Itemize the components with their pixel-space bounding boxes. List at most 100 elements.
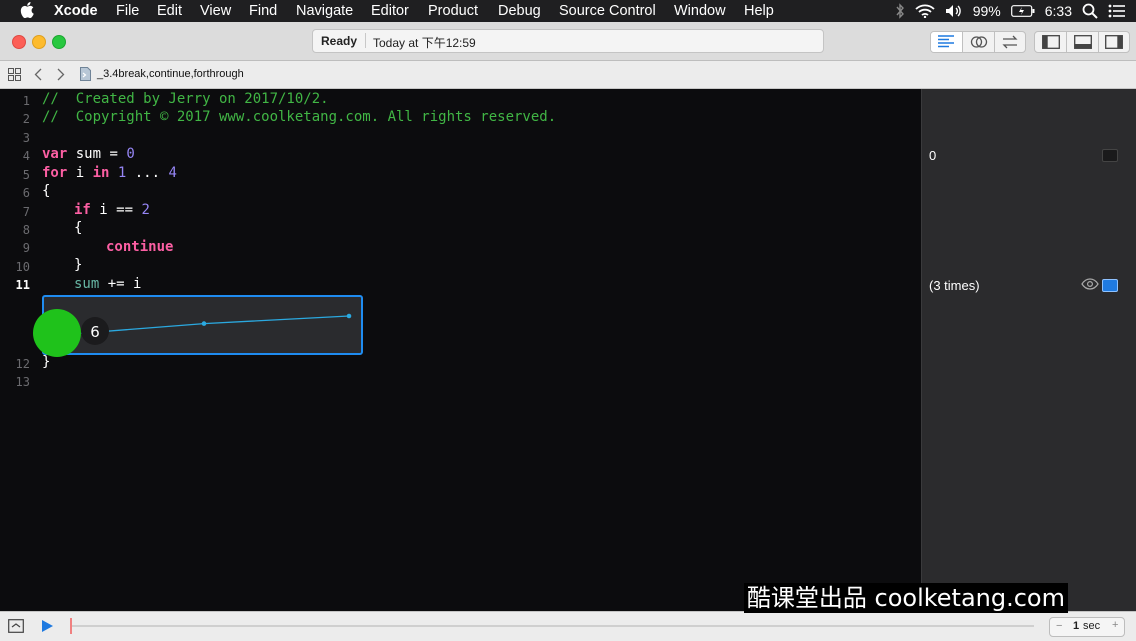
run-playground-icon[interactable]	[41, 619, 54, 633]
line-number: 2	[22, 112, 30, 126]
increment-button[interactable]: +	[1112, 619, 1118, 631]
code-line: }	[74, 257, 83, 273]
menu-debug[interactable]: Debug	[498, 3, 541, 19]
forward-chevron-icon[interactable]	[57, 68, 65, 81]
show-result-toggle-active[interactable]	[1102, 279, 1118, 292]
line-number: 5	[22, 168, 30, 182]
code-line: if i == 2	[74, 202, 150, 218]
keyword: for	[42, 165, 68, 181]
clock[interactable]: 6:33	[1045, 3, 1072, 19]
line-number: 9	[22, 241, 30, 255]
result-line-11: (3 times)	[929, 278, 980, 293]
line-number: 1	[22, 94, 30, 108]
right-panel-icon	[1105, 35, 1123, 49]
code-text: i ==	[90, 202, 142, 218]
code-line: var sum = 0	[42, 146, 135, 162]
version-editor-button[interactable]	[995, 32, 1025, 52]
menu-edit[interactable]: Edit	[157, 3, 182, 19]
graph-value-label: 6	[90, 323, 100, 341]
code-line: }	[42, 354, 51, 370]
number-literal: 4	[168, 165, 177, 181]
toggle-inspector-button[interactable]	[1099, 32, 1129, 52]
build-status: Ready	[321, 34, 358, 48]
spotlight-search-icon[interactable]	[1082, 3, 1098, 19]
volume-icon[interactable]	[945, 4, 963, 18]
back-chevron-icon[interactable]	[34, 68, 42, 81]
decrement-button[interactable]: −	[1056, 620, 1062, 632]
menu-view[interactable]: View	[200, 3, 231, 19]
menu-help[interactable]: Help	[744, 3, 774, 19]
jump-bar: _3.4break,continue,forthrough	[0, 61, 1136, 89]
line-number: 13	[15, 375, 30, 389]
line-number: 7	[22, 205, 30, 219]
number-literal: 2	[141, 202, 150, 218]
status-area: 99% 6:33	[895, 2, 1126, 20]
code-line-comment: // Copyright © 2017 www.coolketang.com. …	[42, 109, 557, 125]
bluetooth-icon[interactable]	[895, 3, 905, 19]
bottom-panel-icon	[1074, 35, 1092, 49]
line-number: 6	[22, 186, 30, 200]
number-literal: 0	[126, 146, 135, 162]
watermark-text: 酷课堂出品 coolketang.com	[743, 583, 1068, 613]
activity-viewer: Ready Today at 下午12:59	[312, 29, 824, 53]
code-text: += i	[99, 276, 142, 292]
window-toolbar: Ready Today at 下午12:59	[0, 22, 1136, 61]
variable: sum	[74, 276, 100, 292]
standard-editor-button[interactable]	[931, 32, 962, 52]
line-number: 8	[22, 223, 30, 237]
related-items-grid-icon[interactable]	[8, 68, 21, 81]
battery-icon[interactable]	[1010, 5, 1035, 17]
code-text: ...	[126, 165, 169, 181]
menu-find[interactable]: Find	[249, 3, 277, 19]
toggle-navigator-button[interactable]	[1035, 32, 1066, 52]
minimize-window-button[interactable]	[32, 35, 46, 49]
click-highlight-indicator	[33, 309, 81, 357]
breadcrumb-file[interactable]: _3.4break,continue,forthrough	[97, 68, 244, 80]
keyword: continue	[106, 239, 174, 255]
quick-look-eye-icon[interactable]	[1081, 278, 1099, 290]
assistant-editor-button[interactable]	[963, 32, 994, 52]
battery-percent: 99%	[972, 3, 1001, 19]
code-line: sum += i	[74, 276, 141, 292]
line-number: 4	[22, 149, 30, 163]
code-line-comment: // Created by Jerry on 2017/10/2.	[42, 91, 329, 107]
time-stepper[interactable]: − 1 sec +	[1049, 617, 1125, 637]
keyword: in	[92, 165, 110, 181]
code-line: {	[42, 183, 51, 199]
toggle-debug-area-button[interactable]	[1067, 32, 1098, 52]
menu-product[interactable]: Product	[428, 3, 478, 19]
line-number: 3	[22, 131, 30, 145]
menu-editor[interactable]: Editor	[371, 3, 409, 19]
menu-navigate[interactable]: Navigate	[296, 3, 353, 19]
zoom-window-button[interactable]	[52, 35, 66, 49]
code-text: sum =	[67, 146, 127, 162]
menu-source-control[interactable]: Source Control	[559, 3, 656, 19]
activity-divider	[365, 33, 366, 48]
editor-mode-group	[930, 31, 1026, 53]
left-panel-icon	[1042, 35, 1060, 49]
timeline-track[interactable]	[72, 625, 1034, 627]
hide-debug-area-icon[interactable]	[8, 619, 24, 633]
menu-file[interactable]: File	[116, 3, 139, 19]
graph-point	[346, 313, 352, 319]
result-line-4: 0	[929, 148, 937, 163]
align-left-icon	[938, 35, 954, 48]
code-text: i	[67, 165, 93, 181]
notification-center-icon[interactable]	[1108, 4, 1126, 18]
debug-bar: − 1 sec +	[0, 611, 1136, 641]
code-editor[interactable]: 1 2 3 4 5 6 7 8 9 10 11 12 13 // Created…	[0, 89, 921, 611]
menu-bar: Xcode File Edit View Find Navigate Edito…	[0, 0, 1136, 22]
graph-value-badge: 6	[81, 317, 109, 345]
menu-app-name[interactable]: Xcode	[54, 3, 98, 19]
swap-arrows-icon	[1002, 35, 1018, 49]
menu-window[interactable]: Window	[674, 3, 726, 19]
close-window-button[interactable]	[12, 35, 26, 49]
wifi-icon[interactable]	[915, 4, 935, 18]
quick-look-toggle[interactable]	[1102, 149, 1118, 162]
current-line-number: 11	[15, 278, 30, 292]
keyword: if	[74, 202, 91, 218]
apple-icon[interactable]	[20, 2, 34, 18]
code-line: for i in 1 ... 4	[42, 165, 177, 181]
results-sidebar: 0 (3 times)	[921, 89, 1136, 611]
